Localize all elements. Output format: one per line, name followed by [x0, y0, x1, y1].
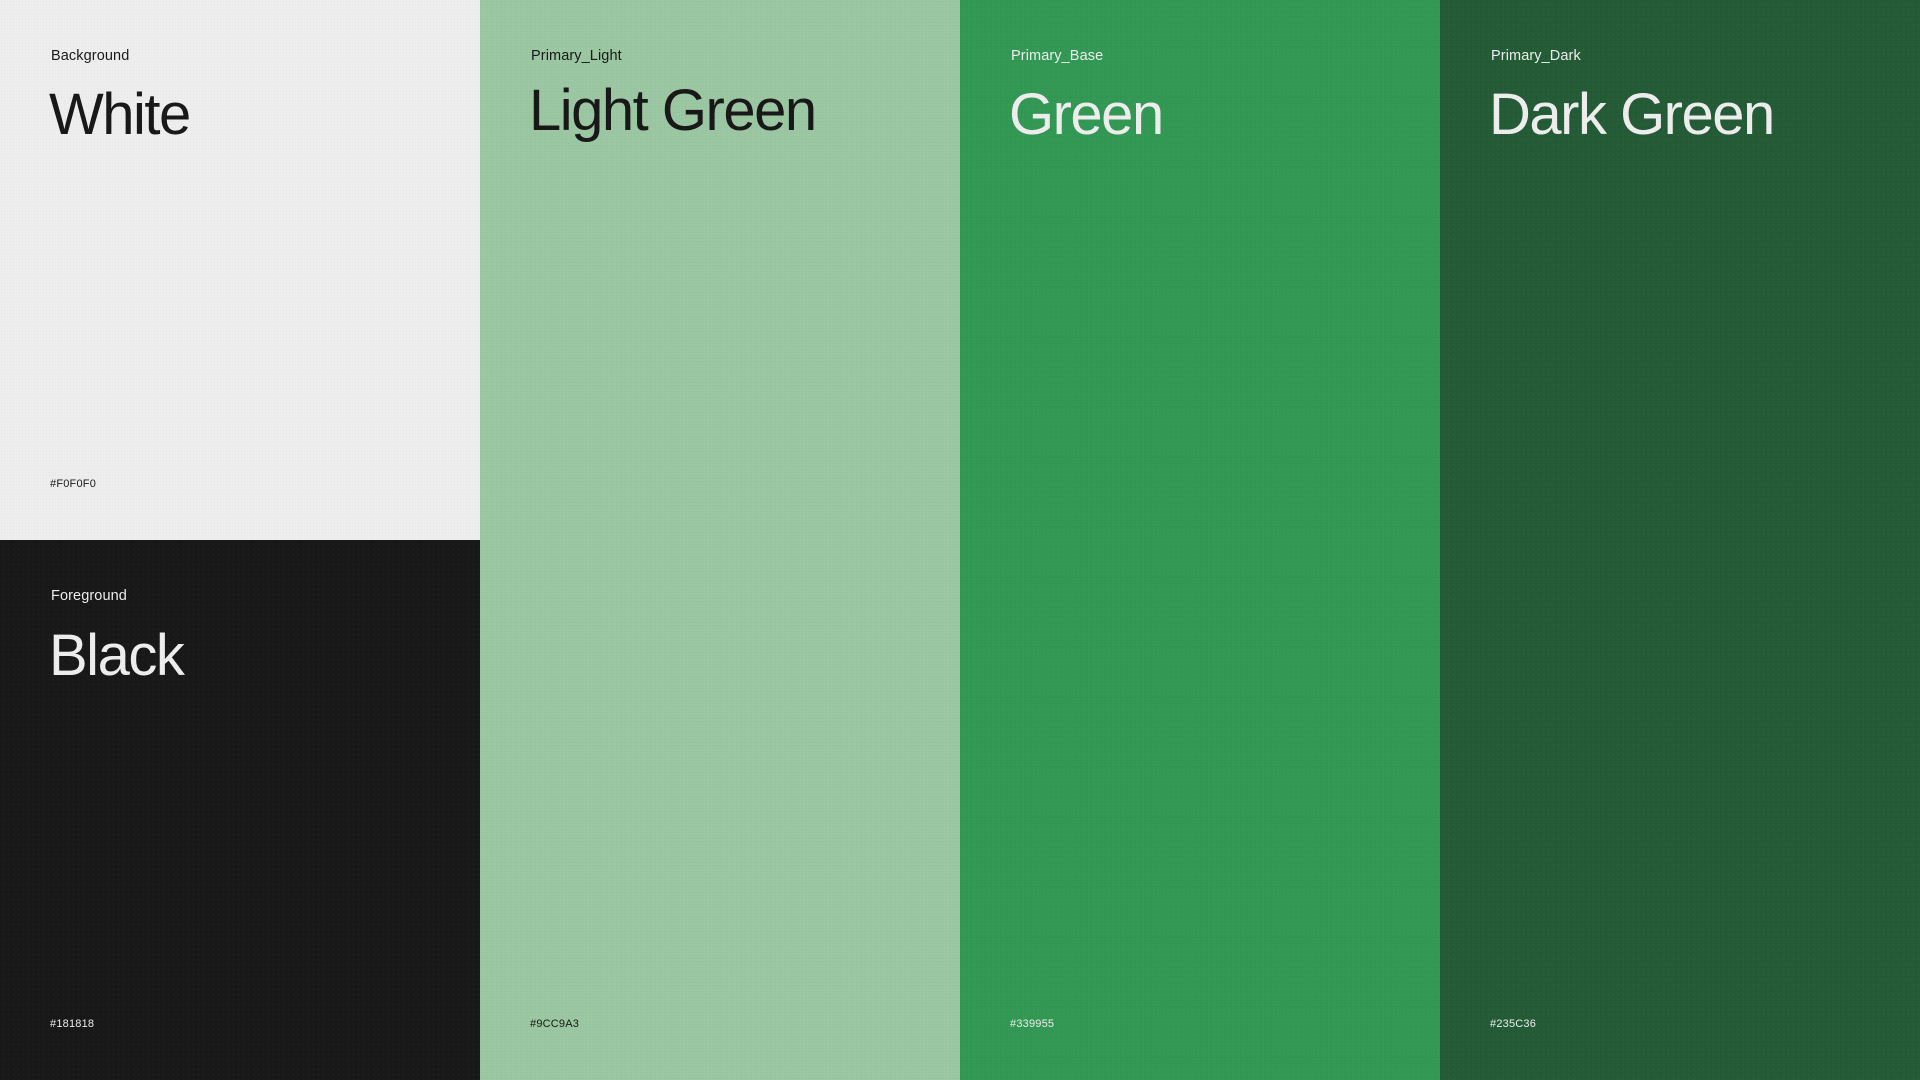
swatch-hex-code: #F0F0F0	[50, 478, 97, 490]
swatch-green: Primary_Base Green #339955	[960, 0, 1440, 1080]
swatch-hex-code: #339955	[1010, 1018, 1055, 1030]
swatch-hex-code: #181818	[50, 1018, 95, 1030]
swatch-role-label: Foreground	[51, 588, 127, 604]
swatch-role-label: Primary_Base	[1011, 48, 1104, 64]
swatch-color-name: Dark Green	[1489, 82, 1775, 147]
swatch-color-name: Green	[1009, 82, 1164, 147]
swatch-black: Foreground Black #181818	[0, 540, 480, 1080]
swatch-role-label: Background	[51, 48, 130, 64]
swatch-color-name: Black	[49, 623, 185, 688]
swatch-color-name: White	[49, 82, 191, 147]
swatch-role-label: Primary_Light	[531, 48, 622, 64]
swatch-white: Background White #F0F0F0	[0, 0, 480, 540]
swatch-dark-green: Primary_Dark Dark Green #235C36	[1440, 0, 1920, 1080]
swatch-light-green: Primary_Light Light Green #9CC9A3	[480, 0, 960, 1080]
swatch-role-label: Primary_Dark	[1491, 48, 1581, 64]
swatch-hex-code: #235C36	[1490, 1018, 1537, 1030]
swatch-hex-code: #9CC9A3	[530, 1018, 580, 1030]
color-palette: Background White #F0F0F0 Foreground Blac…	[0, 0, 1920, 1080]
swatch-color-name: Light Green	[529, 78, 817, 143]
